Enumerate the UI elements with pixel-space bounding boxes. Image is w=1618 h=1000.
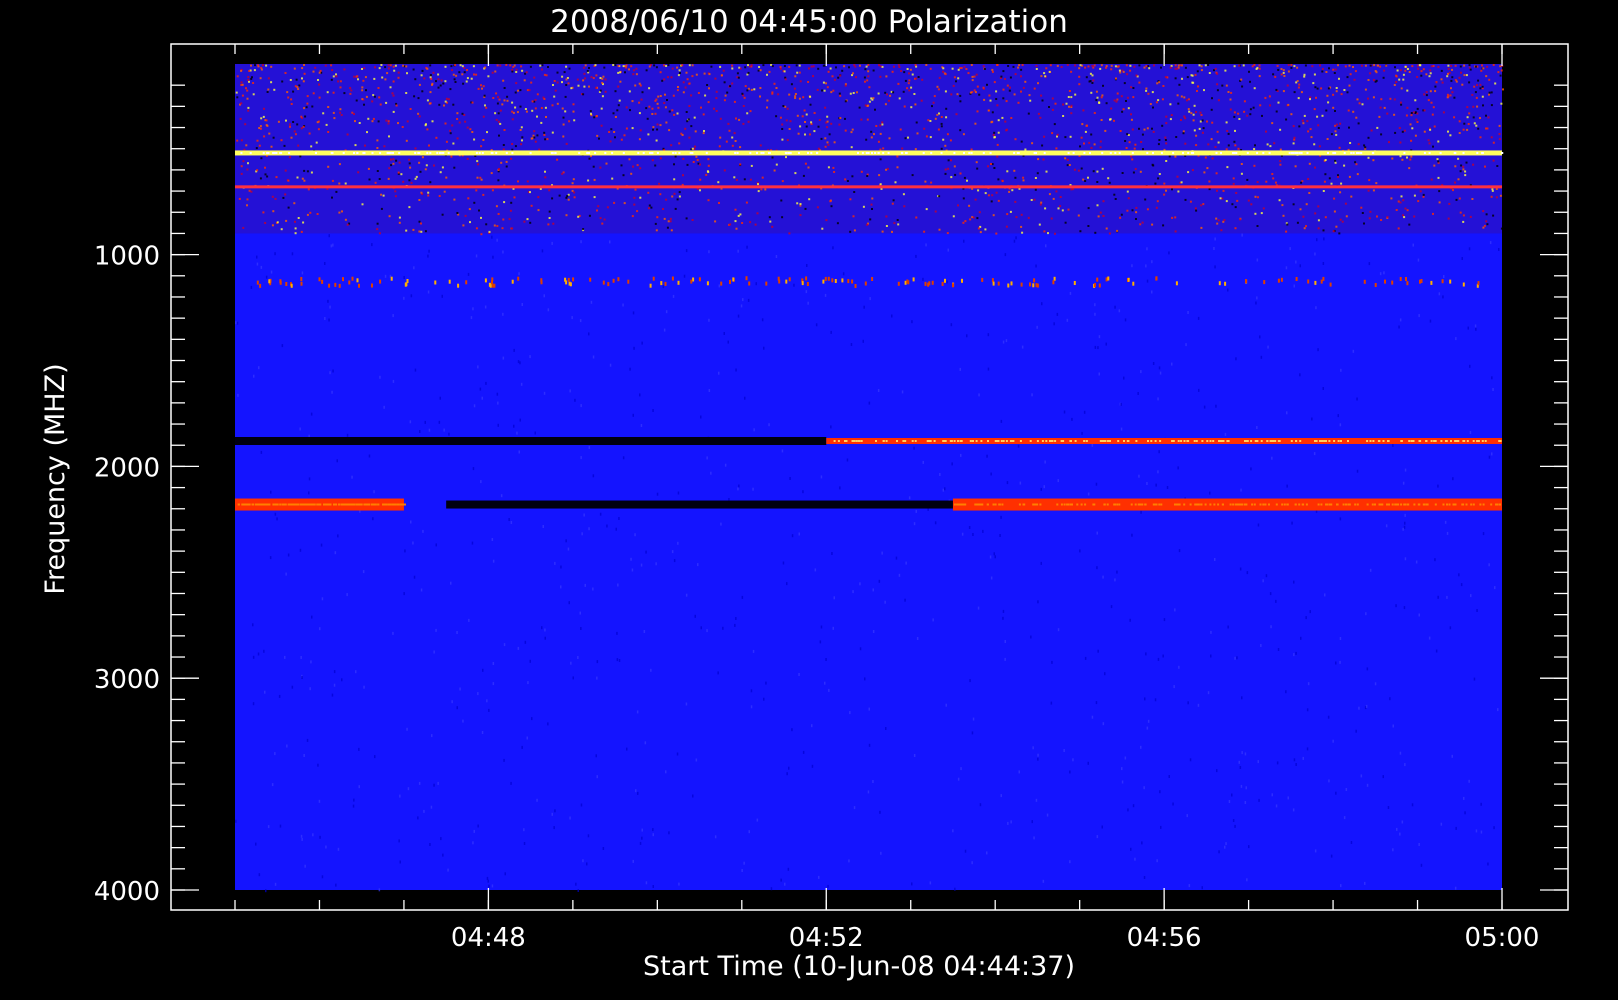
y-tick-label-2: 3000 <box>94 665 160 695</box>
heatmap-area <box>235 64 1504 893</box>
y-tick-label-3: 4000 <box>94 877 160 907</box>
x-tick-label-1: 04:52 <box>789 923 864 953</box>
x-tick-label-3: 05:00 <box>1465 923 1540 953</box>
chart-title: 2008/06/10 04:45:00 Polarization <box>550 4 1068 40</box>
y-tick-label-0: 1000 <box>94 242 160 272</box>
y-axis-label: Frequency (MHZ) <box>40 363 71 594</box>
noise-region <box>235 64 1502 234</box>
band-6 <box>446 500 953 509</box>
x-tick-label-0: 04:48 <box>451 923 526 953</box>
band-4 <box>826 437 1502 444</box>
y-tick-label-1: 2000 <box>94 453 160 483</box>
spectrogram-chart: 2008/06/10 04:45:00 Polarization 04:48 04… <box>0 0 1618 1000</box>
band-0 <box>235 150 1504 156</box>
x-tick-label-2: 04:56 <box>1127 923 1202 953</box>
band-7 <box>952 498 1502 511</box>
band-1 <box>235 185 1502 189</box>
x-axis-label: Start Time (10-Jun-08 04:44:37) <box>643 951 1075 982</box>
band-5 <box>235 498 406 511</box>
band-3 <box>235 436 827 445</box>
